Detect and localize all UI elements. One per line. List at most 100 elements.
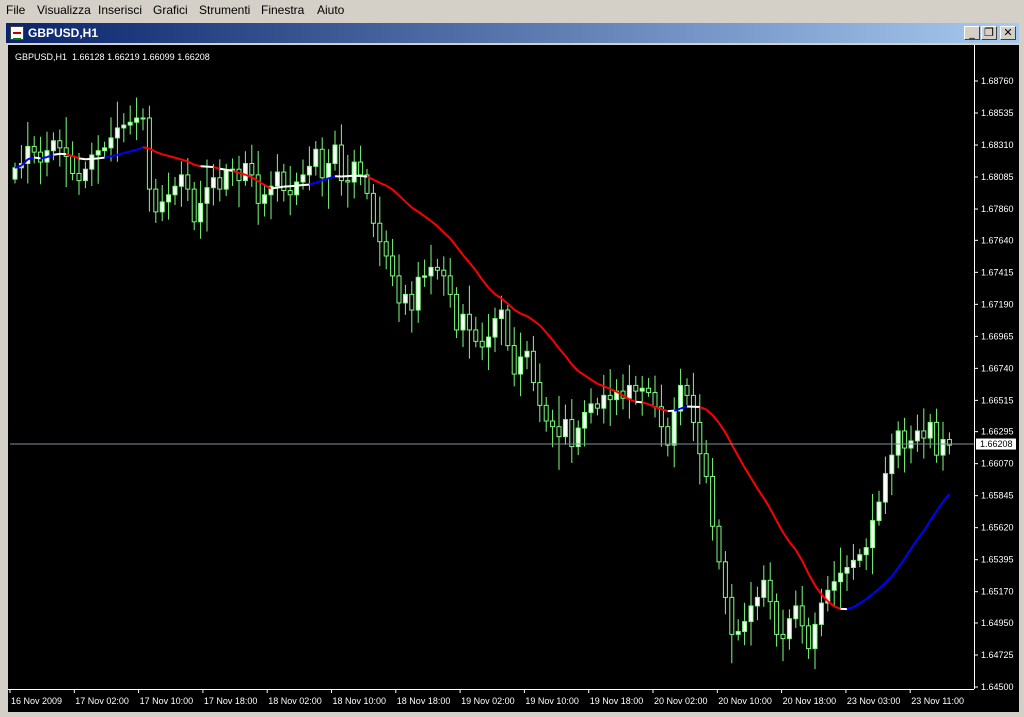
candle-body [479,340,485,348]
candle-body [319,148,325,179]
moving-average-segment [462,254,471,264]
candle-body [799,605,805,627]
moving-average-segment [296,184,304,187]
time-tick-label: 23 Nov 11:00 [911,696,964,706]
moving-average-segment [78,157,86,161]
candle-body [146,117,152,190]
candle-body [242,163,248,182]
moving-average-segment [833,605,841,610]
candle-body [594,403,600,409]
candle-body [870,520,876,549]
candle-body [934,421,940,456]
moving-average-segment [226,168,233,172]
menu-visualizza[interactable]: Visualizza [37,3,91,17]
candle-body [198,202,204,223]
moving-average-segment [321,177,329,182]
moving-average-segment [878,581,887,590]
moving-average-layer [14,146,951,611]
moving-average-segment [507,302,515,311]
candle-body [441,269,447,277]
price-tick-label: 1.64500 [981,682,1014,692]
candle-body [530,350,536,384]
candle-body [140,117,146,120]
chart-area[interactable]: GBPUSD,H1 1.66128 1.66219 1.66099 1.6620… [8,45,1019,712]
candle-body [562,419,568,438]
time-tick-label: 17 Nov 10:00 [140,696,194,706]
candle-body [626,384,632,399]
candle-body [294,181,300,196]
moving-average-segment [424,215,432,222]
candle-body [249,163,255,176]
candle-body [742,621,748,633]
moving-average-segment [494,293,502,300]
candle-body [882,473,888,503]
menu-aiuto[interactable]: Aiuto [317,3,344,17]
close-button[interactable]: ✕ [1000,26,1016,40]
moving-average-segment [730,443,740,457]
moving-average-segment [590,378,598,385]
moving-average-segment [487,287,496,295]
moving-average-segment [929,510,938,522]
moving-average-segment [737,455,746,469]
price-tick-label: 1.68085 [981,172,1014,182]
candle-body [607,394,613,401]
candle-body [236,168,242,182]
menu-strumenti[interactable]: Strumenti [199,3,250,17]
price-tick-label: 1.65845 [981,491,1014,501]
moving-average-segment [91,157,99,160]
moving-average-segment [577,370,586,377]
moving-average-segment [903,548,912,560]
candle-body [889,454,895,475]
current-price-tag: 1.66208 [976,438,1016,450]
candle-body [914,430,920,442]
moving-average-segment [40,156,48,160]
moving-average-segment [270,186,278,190]
chart-window-titlebar[interactable]: GBPUSD,H1 _ ❐ ✕ [6,23,1019,43]
candle-body [646,387,652,394]
candle-body [754,596,760,607]
candle-body [178,174,184,187]
price-tick-label: 1.68760 [981,76,1014,86]
price-tick-label: 1.67415 [981,267,1014,277]
moving-average-segment [436,225,445,234]
time-tick-label: 17 Nov 18:00 [204,696,258,706]
moving-average-segment [123,150,131,155]
moving-average-segment [404,200,413,209]
moving-average-segment [846,606,854,611]
candle-body [876,501,882,522]
candle-body [422,275,428,278]
candle-body [863,547,869,556]
candle-body [306,165,312,176]
restore-button[interactable]: ❐ [981,26,997,40]
moving-average-segment [743,467,752,479]
candle-body [82,168,88,182]
candle-body [601,394,607,409]
moving-average-segment [859,598,867,605]
moving-average-segment [916,530,925,540]
candle-body [921,430,927,439]
price-chart[interactable]: 1.68760 1.68535 1.68310 1.68085 1.67860 1.676… [8,45,1019,712]
moving-average-segment [910,538,919,550]
menu-grafici[interactable]: Grafici [153,3,188,17]
candle-body [639,387,645,392]
moving-average-segment [411,206,419,213]
candle-body [818,602,824,625]
candle-body [159,201,165,213]
moving-average-segment [398,194,407,203]
candle-body [383,241,389,257]
candle-body [671,410,677,446]
candle-body [748,605,754,623]
menu-inserisci[interactable]: Inserisci [98,3,142,17]
moving-average-segment [155,150,163,156]
candle-body [838,572,844,583]
moving-average-segment [161,153,169,157]
menu-finestra[interactable]: Finestra [261,3,304,17]
menu-file[interactable]: File [6,3,25,17]
price-tick-label: 1.64725 [981,650,1014,660]
price-axis: 1.68760 1.68535 1.68310 1.68085 1.67860 1.676… [974,76,1014,692]
candle-body [434,266,440,271]
moving-average-segment [532,319,541,327]
candle-body [684,384,690,396]
minimize-button[interactable]: _ [964,26,980,40]
price-tick-label: 1.67190 [981,299,1014,309]
